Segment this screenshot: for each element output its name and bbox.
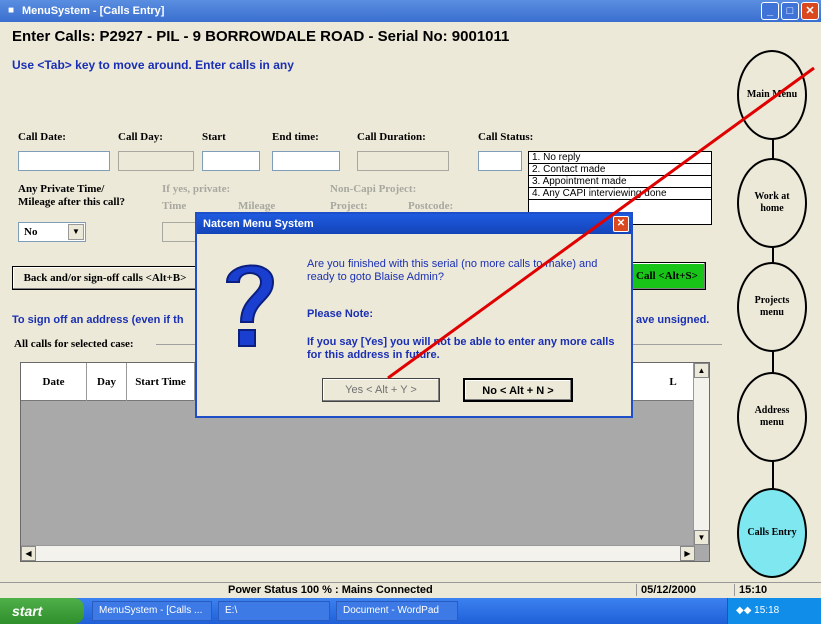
dialog-close-icon[interactable]: ✕	[613, 216, 629, 232]
sign-off-note: To sign off an address (even if th	[12, 314, 184, 326]
project-sub-label: Project:	[330, 200, 368, 212]
flow-address-menu[interactable]: Address menu	[737, 372, 807, 462]
flow-main-menu[interactable]: Main Menu	[737, 50, 807, 140]
call-date-field[interactable]	[18, 151, 110, 171]
column-header-day[interactable]: Day	[87, 363, 127, 401]
private-time-select-value: No	[24, 226, 38, 238]
dialog-note-heading: Please Note:	[307, 308, 374, 320]
call-status-label: Call Status:	[478, 131, 534, 143]
status-option-empty[interactable]	[529, 200, 711, 212]
column-header-l[interactable]: L	[651, 363, 695, 401]
noncapi-project-label: Non-Capi Project:	[330, 183, 417, 195]
flow-calls-entry[interactable]: Calls Entry	[737, 488, 807, 578]
instructions-text: Use <Tab> key to move around. Enter call…	[12, 58, 294, 72]
column-header-start-time[interactable]: Start Time	[127, 363, 195, 401]
sign-off-note-right: ave unsigned.	[636, 314, 710, 326]
yes-button[interactable]: Yes < Alt + Y >	[322, 378, 440, 402]
taskbar-item-explorer[interactable]: E:\	[218, 601, 330, 621]
window-title: MenuSystem - [Calls Entry]	[22, 5, 165, 17]
mileage-after-label: Mileage after this call?	[18, 196, 126, 208]
grid-horizontal-scrollbar[interactable]: ◀ ▶	[21, 545, 695, 561]
back-signoff-button[interactable]: Back and/or sign-off calls <Alt+B>	[12, 266, 198, 290]
save-call-button[interactable]: Call <Alt+S>	[628, 262, 706, 290]
system-tray: ◆◆ 15:18	[727, 598, 821, 624]
call-status-field[interactable]	[478, 151, 522, 171]
grid-vertical-scrollbar[interactable]: ▲ ▼	[693, 363, 709, 545]
status-date: 05/12/2000	[636, 584, 700, 596]
postcode-sub-label: Postcode:	[408, 200, 454, 212]
status-option[interactable]: 4. Any CAPI interviewing done	[529, 188, 711, 200]
app-icon: ■	[7, 5, 15, 16]
status-option[interactable]: 2. Contact made	[529, 164, 711, 176]
status-time: 15:10	[734, 584, 820, 596]
taskbar: start MenuSystem - [Calls ... E:\ Docume…	[0, 598, 821, 624]
scroll-right-icon[interactable]: ▶	[680, 546, 695, 561]
maximize-icon[interactable]: □	[781, 2, 799, 20]
call-date-label: Call Date:	[18, 131, 66, 143]
window-title-bar[interactable]: ■ MenuSystem - [Calls Entry] _ □ ✕	[0, 0, 821, 22]
status-bar: Power Status 100 % : Mains Connected 05/…	[0, 582, 821, 598]
page-title: Enter Calls: P2927 - PIL - 9 BORROWDALE …	[12, 28, 510, 45]
taskbar-item-wordpad[interactable]: Document - WordPad	[336, 601, 458, 621]
question-mark-icon	[225, 264, 275, 347]
start-label: Start	[202, 131, 226, 143]
status-option[interactable]: 3. Appointment made	[529, 176, 711, 188]
confirm-dialog: Natcen Menu System ✕ Are you finished wi…	[195, 212, 633, 418]
scroll-up-icon[interactable]: ▲	[694, 363, 709, 378]
start-button[interactable]: start	[0, 598, 84, 624]
private-time-select[interactable]: No ▼	[18, 222, 86, 242]
tray-clock: 15:18	[754, 605, 780, 616]
scroll-down-icon[interactable]: ▼	[694, 530, 709, 545]
chevron-down-icon[interactable]: ▼	[68, 224, 84, 240]
dialog-message: Are you finished with this serial (no mo…	[307, 258, 598, 283]
minimize-icon[interactable]: _	[761, 2, 779, 20]
if-yes-private-label: If yes, private:	[162, 183, 231, 195]
call-duration-label: Call Duration:	[357, 131, 426, 143]
call-duration-field	[357, 151, 449, 171]
dialog-warning: If you say [Yes] you will not be able to…	[307, 336, 615, 361]
window-controls: _ □ ✕	[761, 2, 819, 20]
dialog-title: Natcen Menu System	[203, 218, 314, 230]
taskbar-item-menusystem[interactable]: MenuSystem - [Calls ...	[92, 601, 212, 621]
end-time-field[interactable]	[272, 151, 340, 171]
tray-icons[interactable]: ◆◆	[736, 605, 754, 616]
calls-group-label: All calls for selected case:	[14, 338, 134, 350]
no-button[interactable]: No < Alt + N >	[463, 378, 573, 402]
scroll-left-icon[interactable]: ◀	[21, 546, 36, 561]
private-time-sub-label: Time	[162, 200, 187, 212]
private-time-label: Any Private Time/	[18, 183, 105, 195]
dialog-title-bar[interactable]: Natcen Menu System	[197, 214, 631, 234]
power-status: Power Status 100 % : Mains Connected	[228, 584, 433, 596]
flow-projects-menu[interactable]: Projects menu	[737, 262, 807, 352]
column-header-date[interactable]: Date	[21, 363, 87, 401]
call-day-field	[118, 151, 194, 171]
start-time-field[interactable]	[202, 151, 260, 171]
end-time-label: End time:	[272, 131, 319, 143]
private-mileage-sub-label: Mileage	[238, 200, 276, 212]
status-option[interactable]: 1. No reply	[529, 152, 711, 164]
call-day-label: Call Day:	[118, 131, 163, 143]
close-icon[interactable]: ✕	[801, 2, 819, 20]
flow-work-at-home[interactable]: Work at home	[737, 158, 807, 248]
